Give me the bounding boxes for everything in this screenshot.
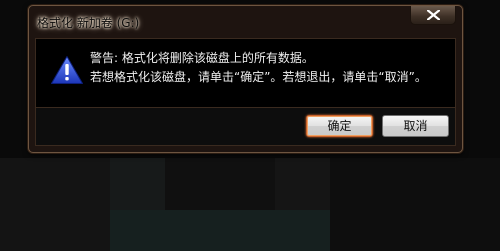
warning-icon [51, 56, 83, 84]
dialog-title: 格式化 新加卷 (G:) [37, 16, 140, 30]
desktop-background: 格式化 新加卷 (G:) 警告: 格式化将删除该磁盘上的所有数据。 若想格式化该… [0, 0, 500, 251]
close-button[interactable] [410, 6, 456, 25]
ok-button[interactable]: 确定 [306, 115, 373, 137]
background-tile [330, 158, 500, 251]
dialog-button-bar: 确定 取消 [35, 108, 456, 146]
dialog-titlebar[interactable]: 格式化 新加卷 (G:) [29, 6, 462, 38]
warning-message-line: 警告: 格式化将删除该磁盘上的所有数据。 [90, 51, 314, 65]
background-tile [0, 158, 110, 251]
background-tile [110, 210, 330, 251]
close-icon [427, 10, 440, 20]
dialog-message-area: 警告: 格式化将删除该磁盘上的所有数据。 若想格式化该磁盘，请单击“确定”。若想… [35, 38, 456, 108]
cancel-button[interactable]: 取消 [382, 115, 449, 137]
format-warning-dialog: 格式化 新加卷 (G:) 警告: 格式化将删除该磁盘上的所有数据。 若想格式化该… [28, 5, 463, 153]
instruction-message-line: 若想格式化该磁盘，请单击“确定”。若想退出，请单击“取消”。 [90, 70, 427, 84]
